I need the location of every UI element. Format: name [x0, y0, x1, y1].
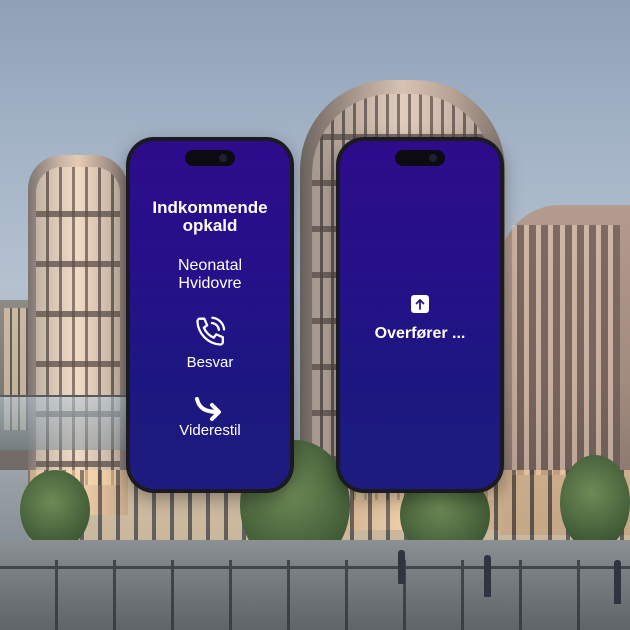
incoming-call-title-line2: opkald	[182, 216, 238, 235]
incoming-call-title: Indkommende opkald	[130, 199, 290, 235]
transfer-up-icon	[411, 295, 429, 313]
phone-notch	[395, 150, 445, 166]
phone-ringing-icon[interactable]	[191, 313, 229, 351]
phone-notch	[185, 150, 235, 166]
background-tower-left	[28, 155, 128, 515]
background-tree	[20, 470, 90, 550]
phone-transferring: Overfører ...	[336, 137, 504, 493]
background-person	[398, 550, 405, 584]
background-glass-bridge	[0, 395, 130, 450]
background-railing	[0, 560, 630, 630]
forward-arrow-icon[interactable]	[193, 393, 227, 423]
phone-incoming-call: Indkommende opkald Neonatal Hvidovre Bes…	[126, 137, 294, 493]
transfer-status-label: Overfører ...	[374, 325, 466, 342]
answer-button-label[interactable]: Besvar	[130, 354, 290, 371]
incoming-call-title-line1: Indkommende	[152, 198, 268, 217]
forward-button-label[interactable]: Viderestil	[130, 422, 290, 439]
caller-name-line1: Neonatal	[177, 257, 243, 274]
caller-name: Neonatal Hvidovre	[130, 257, 290, 293]
background-person	[484, 555, 491, 597]
caller-name-line2: Hvidovre	[178, 275, 242, 292]
transferring-screen: Overfører ...	[340, 141, 500, 489]
incoming-call-screen: Indkommende opkald Neonatal Hvidovre Bes…	[130, 141, 290, 489]
hospital-scene: Indkommende opkald Neonatal Hvidovre Bes…	[0, 0, 630, 630]
background-tree	[560, 455, 630, 550]
background-person	[614, 560, 621, 604]
